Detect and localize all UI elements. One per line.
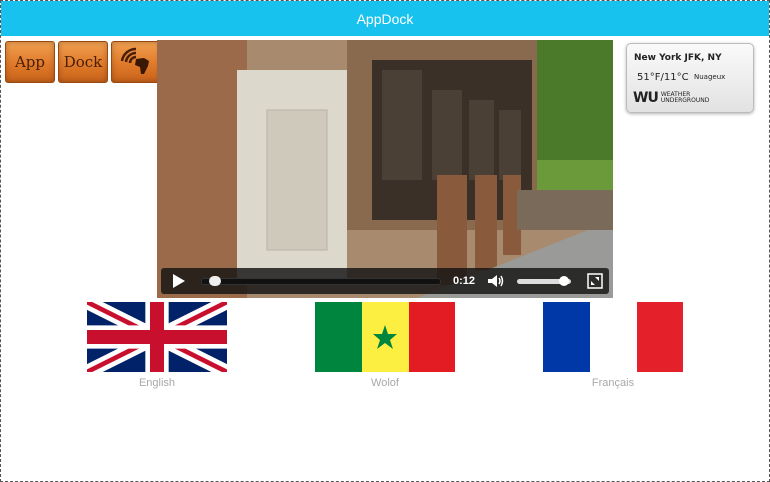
- video-controls: 0:12: [161, 268, 609, 294]
- flag-senegal-button[interactable]: [315, 302, 455, 372]
- weather-logo-brand: WEATHER UNDERGROUND: [661, 92, 710, 104]
- weather-temperature: 51°F/11°C: [637, 72, 689, 83]
- fullscreen-button[interactable]: [587, 273, 603, 289]
- flag-france-button[interactable]: [543, 302, 683, 372]
- flag-uk-button[interactable]: [87, 302, 227, 372]
- progress-scrubber[interactable]: [208, 275, 221, 286]
- title-bar: AppDock: [1, 1, 769, 36]
- weather-widget[interactable]: New York JFK, NY 51°F/11°C Nuageux WU WE…: [626, 43, 754, 113]
- speaker-icon: [488, 275, 504, 287]
- app-tiles: App Dock: [5, 41, 161, 83]
- weather-condition: Nuageux: [694, 73, 726, 81]
- dock-tile-label: Dock: [63, 53, 103, 71]
- video-progress-bar[interactable]: [201, 275, 441, 286]
- volume-slider[interactable]: [517, 275, 571, 286]
- weather-brand-line2: UNDERGROUND: [660, 97, 710, 104]
- weather-location: New York JFK, NY: [634, 53, 722, 63]
- language-label-english[interactable]: English: [87, 377, 227, 389]
- weather-logo-mark: WU: [633, 90, 659, 106]
- app-title: AppDock: [356, 10, 414, 27]
- app-tile-button[interactable]: App: [5, 41, 55, 83]
- africa-signal-icon: [120, 47, 149, 74]
- weather-underground-logo: WU WEATHER UNDERGROUND: [633, 90, 709, 106]
- language-label-wolof[interactable]: Wolof: [315, 377, 455, 389]
- africa-signal-tile-button[interactable]: [111, 41, 161, 83]
- language-label-francais[interactable]: Français: [543, 377, 683, 389]
- video-frame-image: [157, 40, 613, 298]
- fullscreen-icon: [587, 273, 603, 289]
- play-icon: [173, 274, 185, 288]
- current-time: 0:12: [453, 275, 476, 287]
- volume-button[interactable]: [487, 274, 505, 288]
- volume-knob[interactable]: [558, 275, 569, 286]
- play-button[interactable]: [167, 268, 191, 294]
- app-tile-label: App: [14, 53, 46, 71]
- dock-tile-button[interactable]: Dock: [58, 41, 108, 83]
- video-player[interactable]: 0:12: [157, 40, 613, 298]
